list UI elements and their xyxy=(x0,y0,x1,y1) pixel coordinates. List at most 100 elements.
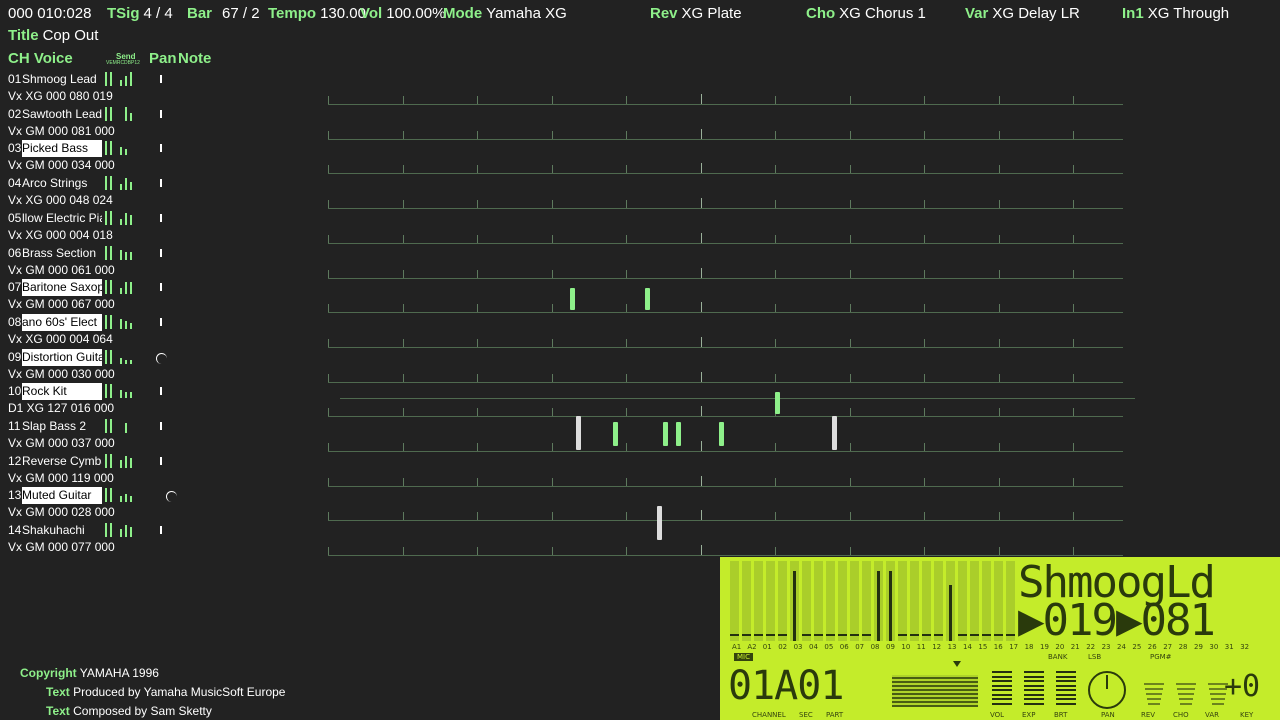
pan-indicator[interactable] xyxy=(160,179,162,188)
channel-row[interactable]: 08ano 60s' Elect xyxy=(8,313,162,331)
beat-tick xyxy=(924,477,925,486)
lcd-channel-label: 05 xyxy=(824,643,834,651)
beat-tick xyxy=(775,304,776,313)
note-lane xyxy=(328,381,1123,383)
lcd-fader-segment xyxy=(992,689,1012,691)
pan-indicator[interactable] xyxy=(160,422,162,430)
channel-row[interactable]: 05llow Electric Piano xyxy=(8,210,162,227)
note-block[interactable] xyxy=(832,416,837,450)
channel-row[interactable]: 02Sawtooth Lead xyxy=(8,106,162,123)
beat-tick xyxy=(775,338,776,347)
channel-row[interactable]: 03Picked Bass xyxy=(8,140,162,158)
beat-tick xyxy=(998,512,1000,521)
pan-indicator[interactable] xyxy=(160,283,162,292)
channel-row[interactable]: 14Shakuhachi xyxy=(8,522,162,539)
send-level-bar xyxy=(125,359,127,364)
pan-indicator[interactable] xyxy=(160,213,162,222)
beat-tick xyxy=(551,234,553,243)
bank-info: Vx GM 000 077 000 xyxy=(8,540,115,555)
note-block[interactable] xyxy=(676,422,681,446)
send-level-bar xyxy=(120,249,122,260)
lcd-channel-label: A2 xyxy=(747,643,757,651)
note-block[interactable] xyxy=(719,422,724,446)
beat-tick xyxy=(775,373,776,382)
voice-name: Muted Guitar xyxy=(22,487,102,505)
lcd-meter-level xyxy=(730,634,739,636)
channel-row[interactable]: 04Arco Strings xyxy=(8,175,162,192)
lcd-fader-segment xyxy=(1056,680,1076,682)
send-level-bar xyxy=(105,488,107,503)
beat-tick xyxy=(924,373,925,382)
pan-indicator[interactable] xyxy=(160,526,162,535)
pan-indicator[interactable] xyxy=(160,144,162,153)
channel-row[interactable]: 07 Baritone Saxophone xyxy=(8,279,162,297)
beat-tick xyxy=(402,234,404,243)
beat-tick xyxy=(775,443,776,451)
note-block[interactable] xyxy=(645,288,650,311)
note-block[interactable] xyxy=(576,416,581,450)
beat-tick xyxy=(849,130,851,139)
column-send-sub: VEMRCDBP12 xyxy=(106,60,140,66)
beat-tick xyxy=(775,96,776,104)
note-block[interactable] xyxy=(657,506,662,541)
lcd-effect-segment xyxy=(1148,703,1160,705)
send-level-bar xyxy=(120,357,122,364)
beat-tick xyxy=(998,200,1000,209)
send-level-bar xyxy=(130,251,132,260)
beat-tick xyxy=(402,130,404,139)
pan-indicator[interactable] xyxy=(160,248,162,257)
channel-row[interactable]: 10Rock Kit xyxy=(8,383,162,401)
note-block[interactable] xyxy=(613,422,618,446)
pan-indicator[interactable] xyxy=(160,387,162,396)
beat-tick xyxy=(477,443,478,451)
channel-row[interactable]: 12Reverse Cymbal xyxy=(8,453,162,470)
send-level-bar xyxy=(105,245,107,260)
beat-tick xyxy=(551,338,553,347)
beat-tick xyxy=(328,130,329,139)
beat-tick xyxy=(998,269,1000,278)
beat-tick xyxy=(626,130,627,139)
send-level-bar xyxy=(120,390,122,399)
lcd-fader-segment xyxy=(1024,698,1044,700)
channel-row[interactable]: 11 Slap Bass 2 xyxy=(8,418,162,435)
pan-indicator[interactable] xyxy=(160,317,162,326)
beat-tick xyxy=(700,441,702,451)
channel-row[interactable]: 13Muted Guitar xyxy=(8,487,177,505)
channel-bank-row: Vx GM 000 030 000 xyxy=(8,366,115,383)
lcd-channel-label: 26 xyxy=(1147,643,1157,651)
note-block[interactable] xyxy=(663,422,668,446)
note-block[interactable] xyxy=(775,392,780,415)
channel-number: 14 xyxy=(8,523,22,538)
beat-tick xyxy=(775,234,776,243)
note-block[interactable] xyxy=(570,288,575,311)
note-lane xyxy=(328,277,1123,279)
send-level-bar xyxy=(120,288,122,295)
pan-indicator[interactable] xyxy=(160,456,162,465)
beat-tick xyxy=(328,443,329,451)
lcd-meter-level xyxy=(838,634,847,636)
channel-row[interactable]: 06Brass Section xyxy=(8,245,162,262)
lcd-fader-segment xyxy=(992,698,1012,700)
pan-indicator[interactable] xyxy=(160,75,162,83)
send-level-bar xyxy=(110,72,112,86)
channel-row[interactable]: 01Shmoog Lead xyxy=(8,71,162,88)
pan-indicator[interactable] xyxy=(160,109,162,118)
channel-number: 01 xyxy=(8,72,22,86)
lcd-meter-level xyxy=(778,634,787,636)
lcd-pgm-label: PGM# xyxy=(1150,653,1172,661)
pan-indicator[interactable] xyxy=(166,491,177,503)
beat-tick xyxy=(1073,338,1074,347)
send-level-bar xyxy=(110,523,112,538)
beat-tick xyxy=(551,512,553,521)
pan-indicator[interactable] xyxy=(156,352,167,364)
beat-tick xyxy=(998,165,1000,174)
voice-name: Shakuhachi xyxy=(22,523,85,538)
beat-tick xyxy=(924,408,925,417)
lcd-meter-level xyxy=(982,634,991,636)
channel-row[interactable]: 09Distortion Guitar xyxy=(8,348,167,366)
send-level-bar xyxy=(110,488,112,503)
lcd-meter-level xyxy=(958,634,967,636)
lcd-meter-column xyxy=(802,561,811,641)
beat-tick xyxy=(775,130,776,139)
bank-info: Vx XG 000 048 024 xyxy=(8,193,113,208)
